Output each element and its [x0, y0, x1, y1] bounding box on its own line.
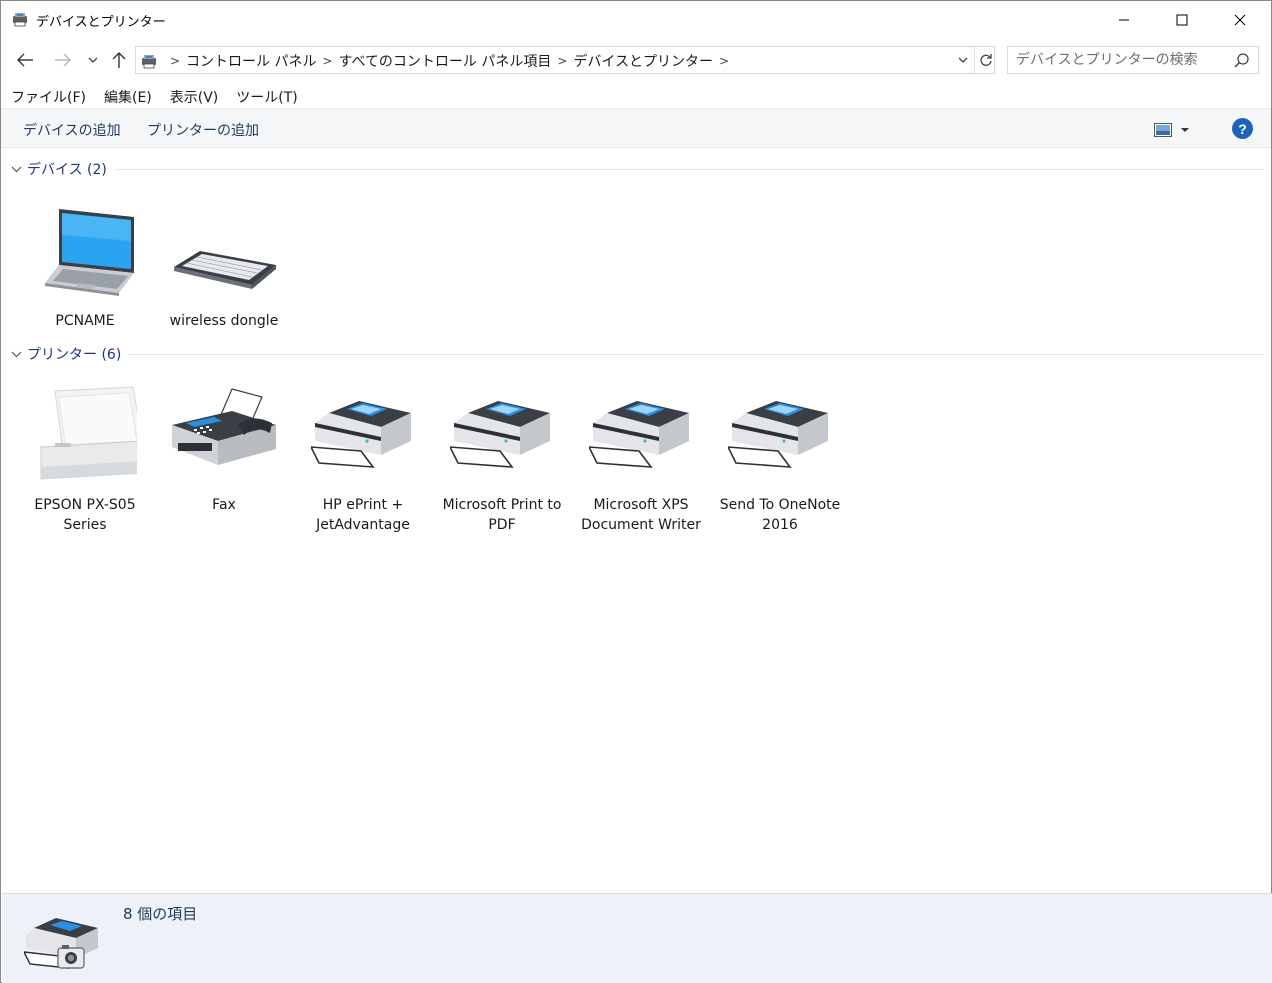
add-printer-button[interactable]: プリンターの追加 [147, 120, 259, 140]
menu-bar: ファイル(F) 編集(E) 表示(V) ツール(T) [1, 83, 306, 107]
portable-printer-icon [33, 385, 144, 485]
breadcrumb: > コントロール パネル > すべてのコントロール パネル項目 > デバイスとプ… [164, 51, 735, 71]
breadcrumb-separator-icon[interactable]: > [164, 54, 186, 68]
printer-label: EPSON PX-S05 Series [34, 497, 136, 533]
chevron-down-icon [958, 57, 968, 63]
group-divider [114, 168, 1263, 170]
group-printers-header[interactable]: プリンター (6) [9, 344, 1263, 364]
fax-icon [172, 385, 276, 485]
address-bar[interactable]: > コントロール パネル > すべてのコントロール パネル項目 > デバイスとプ… [135, 46, 995, 74]
printer-tile-fax[interactable]: Fax [155, 385, 293, 545]
printer-tile-xps-writer[interactable]: Microsoft XPS Document Writer [572, 385, 710, 545]
breadcrumb-separator-icon[interactable]: > [551, 54, 573, 68]
details-pane: 8 個の項目 [2, 893, 1272, 983]
maximize-icon [1176, 14, 1188, 26]
printer-icon [448, 385, 554, 485]
printer-label: Microsoft XPS Document Writer [581, 497, 701, 533]
search-input[interactable] [1016, 51, 1226, 69]
collapse-chevron-icon[interactable] [9, 347, 23, 361]
search-box[interactable] [1007, 46, 1259, 74]
menu-tools[interactable]: ツール(T) [226, 83, 305, 107]
laptop-icon [33, 201, 137, 301]
keyboard-icon [172, 201, 276, 301]
title-bar[interactable]: デバイスとプリンター [1, 1, 1271, 39]
breadcrumb-separator-icon[interactable]: > [713, 54, 735, 68]
group-printers-label: プリンター (6) [27, 347, 122, 363]
device-label: wireless dongle [169, 313, 279, 329]
printer-label: Microsoft Print to PDF [442, 497, 562, 533]
printer-label: HP ePrint + JetAdvantage [316, 497, 410, 533]
recent-locations-button[interactable] [83, 47, 103, 73]
printer-icon [726, 385, 832, 485]
item-count: 8 個の項目 [123, 905, 198, 923]
refresh-icon [979, 54, 992, 66]
up-arrow-icon [112, 52, 126, 68]
breadcrumb-devices-printers[interactable]: デバイスとプリンター [573, 51, 713, 71]
group-devices-label: デバイス (2) [27, 162, 107, 178]
maximize-button[interactable] [1153, 1, 1211, 39]
devices-printers-app-icon [11, 11, 29, 27]
breadcrumb-separator-icon[interactable]: > [316, 54, 338, 68]
back-arrow-icon [17, 53, 33, 67]
navigation-bar: > コントロール パネル > すべてのコントロール パネル項目 > デバイスとプ… [1, 39, 1271, 81]
dropdown-caret-icon [1181, 128, 1189, 132]
printer-icon [309, 385, 415, 485]
group-divider [129, 353, 1263, 355]
command-bar: デバイスの追加 プリンターの追加 ? [1, 108, 1271, 148]
close-button[interactable] [1211, 1, 1269, 39]
devices-and-printers-window: デバイスとプリンター > コントロール パネル > すべてのコントロール パネル… [0, 0, 1272, 983]
search-icon[interactable] [1232, 51, 1252, 71]
close-icon [1234, 14, 1246, 26]
up-button[interactable] [107, 47, 131, 73]
add-device-button[interactable]: デバイスの追加 [23, 120, 121, 140]
printer-label: Fax [212, 497, 236, 513]
view-tiles-icon [1154, 123, 1172, 137]
device-tile-wireless-dongle[interactable]: wireless dongle [155, 201, 293, 361]
minimize-button[interactable] [1095, 1, 1153, 39]
group-devices-header[interactable]: デバイス (2) [9, 159, 1263, 179]
forward-arrow-icon [55, 53, 71, 67]
forward-button[interactable] [51, 47, 75, 73]
menu-edit[interactable]: 編集(E) [94, 83, 160, 107]
change-view-button[interactable] [1154, 120, 1200, 140]
menu-view[interactable]: 表示(V) [160, 83, 227, 107]
help-button[interactable]: ? [1232, 118, 1253, 139]
control-panel-location-icon [140, 53, 158, 69]
printer-tile-onenote[interactable]: Send To OneNote 2016 [711, 385, 849, 545]
address-history-button[interactable] [954, 47, 972, 73]
printer-icon [587, 385, 693, 485]
device-tile-pcname[interactable]: PCNAME [16, 201, 154, 361]
breadcrumb-all-items[interactable]: すべてのコントロール パネル項目 [338, 51, 551, 71]
minimize-icon [1119, 19, 1129, 21]
printer-label: Send To OneNote 2016 [719, 497, 841, 533]
window-title: デバイスとプリンター [36, 15, 166, 30]
printer-tile-print-to-pdf[interactable]: Microsoft Print to PDF [433, 385, 571, 545]
printer-tile-epson[interactable]: EPSON PX-S05 Series [16, 385, 154, 545]
chevron-down-icon [88, 57, 98, 63]
printer-tile-hp-eprint[interactable]: HP ePrint + JetAdvantage [294, 385, 432, 545]
refresh-button[interactable] [974, 47, 996, 73]
menu-file[interactable]: ファイル(F) [1, 83, 94, 107]
breadcrumb-control-panel[interactable]: コントロール パネル [186, 51, 316, 71]
devices-printers-large-icon [22, 910, 104, 976]
device-label: PCNAME [55, 313, 115, 329]
collapse-chevron-icon[interactable] [9, 162, 23, 176]
back-button[interactable] [13, 47, 37, 73]
